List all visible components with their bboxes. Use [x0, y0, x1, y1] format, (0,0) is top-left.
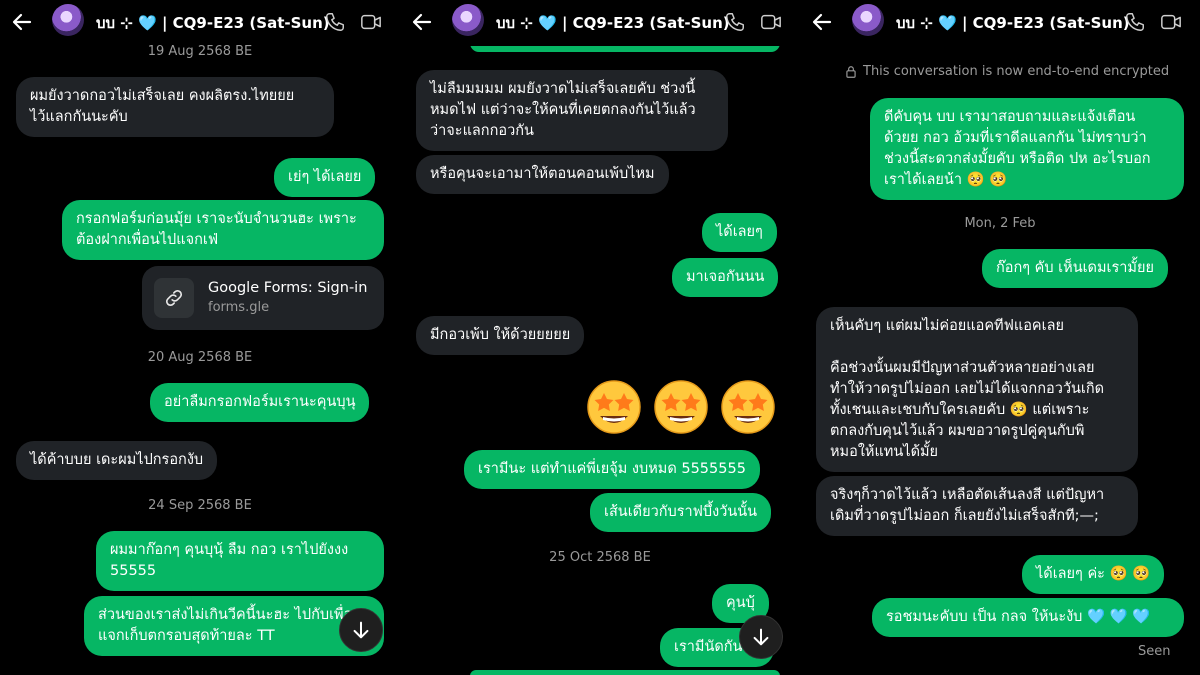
- arrow-down-icon: [750, 626, 772, 648]
- chat-header: บบ ⊹ 🩵 | CQ9-E23 (Sat-Sun): [0, 0, 400, 46]
- message-outgoing[interactable]: ได้เลยๆ ค่ะ 🥺 🥺: [1022, 555, 1165, 594]
- arrow-left-icon[interactable]: [810, 10, 834, 34]
- scroll-down-button[interactable]: [339, 608, 383, 652]
- chat-title[interactable]: บบ ⊹ 🩵 | CQ9-E23 (Sat-Sun): [896, 11, 1130, 35]
- message-incoming[interactable]: จริงๆก็วาดไว้แล้ว เหลือตัดเส้นลงสี แต่ปั…: [816, 476, 1138, 536]
- encryption-text: This conversation is now end-to-end encr…: [863, 64, 1170, 79]
- message-incoming[interactable]: ผมยังวาดกอวไม่เสร็จเลย คงผลิตรง.ไทยยย ไว…: [16, 77, 334, 137]
- message-outgoing[interactable]: เส้นเดียวกับราฟบึ้งวันนั้น: [590, 493, 772, 532]
- link-icon-box: [154, 278, 194, 318]
- video-icon[interactable]: [1160, 11, 1182, 33]
- message-outgoing[interactable]: ดีคับคุน บบ เรามาสอบถามและแจ้งเตือน ด้วย…: [870, 98, 1184, 200]
- message-outgoing[interactable]: รอชมนะคับบ เป็น กลจ ให้นะงับ 🩵 🩵 🩵: [872, 598, 1184, 637]
- message-outgoing-partial[interactable]: [470, 670, 780, 675]
- star-struck-emoji: [584, 376, 644, 436]
- message-outgoing[interactable]: เย่ๆ ได้เลยย: [274, 158, 376, 197]
- star-struck-emoji: [651, 376, 711, 436]
- message-incoming[interactable]: มีกอวเพ้บ ให้ด้วยยยยย: [416, 316, 585, 355]
- chat-header: บบ ⊹ 🩵 | CQ9-E23 (Sat-Sun): [800, 0, 1200, 46]
- message-outgoing[interactable]: มาเจอกันนน: [672, 258, 779, 297]
- message-outgoing[interactable]: เรามีนะ แต่ทำแค่พี่เยจุ้ม งบหมด 5555555: [464, 450, 760, 489]
- seen-status: Seen: [1138, 644, 1171, 659]
- encryption-notice: This conversation is now end-to-end encr…: [844, 64, 1169, 80]
- arrow-left-icon[interactable]: [410, 10, 434, 34]
- chat-title[interactable]: บบ ⊹ 🩵 | CQ9-E23 (Sat-Sun): [496, 11, 730, 35]
- date-separator: 19 Aug 2568 BE: [147, 44, 253, 59]
- chat-panel-2: บบ ⊹ 🩵 | CQ9-E23 (Sat-Sun) ไม่ลืมมมมม ผม…: [400, 0, 800, 675]
- message-incoming[interactable]: เห็นคับๆ แต่ผมไม่ค่อยแอคทีฟแอคเลย คือช่ว…: [816, 307, 1138, 472]
- arrow-down-icon: [350, 619, 372, 641]
- date-separator: 25 Oct 2568 BE: [549, 550, 651, 565]
- chat-header: บบ ⊹ 🩵 | CQ9-E23 (Sat-Sun): [400, 0, 800, 46]
- arrow-left-icon[interactable]: [10, 10, 34, 34]
- link-title: Google Forms: Sign-in: [208, 280, 368, 296]
- avatar[interactable]: [452, 4, 484, 36]
- phone-icon[interactable]: [324, 11, 346, 33]
- avatar[interactable]: [52, 4, 84, 36]
- chat-panel-1: บบ ⊹ 🩵 | CQ9-E23 (Sat-Sun) 19 Aug 2568 B…: [0, 0, 400, 675]
- phone-icon[interactable]: [1124, 11, 1146, 33]
- date-separator: 24 Sep 2568 BE: [148, 498, 252, 513]
- message-outgoing[interactable]: อย่าลืมกรอกฟอร์มเรานะคุนบุนุ: [150, 383, 370, 422]
- message-outgoing[interactable]: กรอกฟอร์มก่อนมุ้ย เราจะนับจำนวนฮะ เพราะ …: [62, 200, 384, 260]
- emoji-message[interactable]: [584, 376, 784, 438]
- message-incoming[interactable]: ไม่ลืมมมมม ผมยังวาดไม่เสร็จเลยคับ ช่วงนี…: [416, 70, 728, 151]
- message-outgoing[interactable]: ผมมาก๊อกๆ คุนบุนุ้ ลืม กอว เราไปยังงง 55…: [96, 531, 384, 591]
- phone-icon[interactable]: [724, 11, 746, 33]
- lock-icon: [844, 64, 858, 80]
- video-icon[interactable]: [360, 11, 382, 33]
- avatar[interactable]: [852, 4, 884, 36]
- message-outgoing[interactable]: ก๊อกๆ คับ เห็นเดมเรามั้ยย: [982, 249, 1168, 288]
- scroll-down-button[interactable]: [739, 615, 783, 659]
- date-separator: Mon, 2 Feb: [964, 216, 1036, 231]
- link-preview-card[interactable]: Google Forms: Sign-in forms.gle: [142, 266, 384, 330]
- message-incoming[interactable]: หรือคุนจะเอามาให้ตอนคอนเพ้บไหม: [416, 155, 669, 194]
- date-separator: 20 Aug 2568 BE: [147, 350, 253, 365]
- star-struck-emoji: [718, 376, 778, 436]
- message-incoming[interactable]: ได้ค้าบบย เดะผมไปกรอกงับ: [16, 441, 218, 480]
- link-icon: [163, 287, 185, 309]
- message-outgoing[interactable]: ได้เลยๆ: [702, 213, 777, 252]
- video-icon[interactable]: [760, 11, 782, 33]
- chat-title[interactable]: บบ ⊹ 🩵 | CQ9-E23 (Sat-Sun): [96, 11, 330, 35]
- chat-panel-3: บบ ⊹ 🩵 | CQ9-E23 (Sat-Sun) This conversa…: [800, 0, 1200, 675]
- link-url: forms.gle: [208, 300, 270, 315]
